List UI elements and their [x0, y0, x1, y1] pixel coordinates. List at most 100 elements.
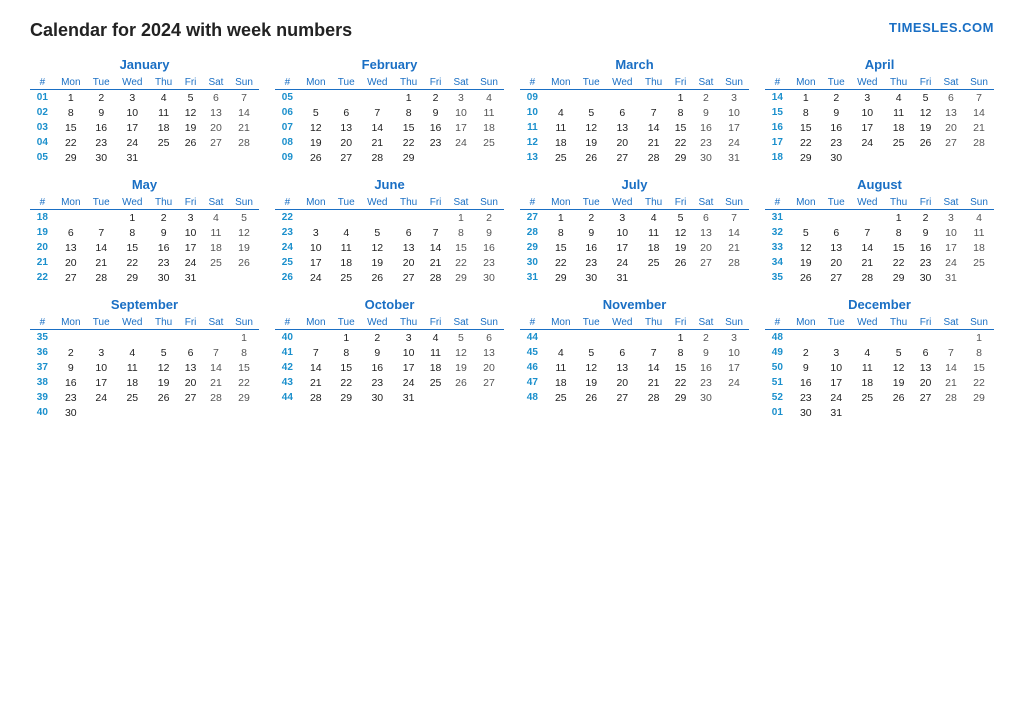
day-cell[interactable]: 1 [116, 210, 149, 226]
day-cell[interactable]: 29 [55, 150, 87, 165]
day-cell[interactable]: 27 [938, 135, 964, 150]
day-cell[interactable]: 13 [606, 120, 639, 135]
day-cell[interactable]: 19 [577, 135, 606, 150]
day-cell[interactable]: 6 [938, 90, 964, 106]
day-cell[interactable]: 3 [822, 345, 851, 360]
day-cell[interactable]: 29 [394, 150, 423, 165]
day-cell[interactable]: 28 [361, 150, 394, 165]
day-cell[interactable]: 23 [693, 375, 719, 390]
day-cell[interactable]: 27 [693, 255, 719, 270]
day-cell[interactable]: 28 [423, 270, 448, 285]
day-cell[interactable]: 16 [577, 240, 606, 255]
day-cell[interactable]: 31 [822, 405, 851, 420]
day-cell[interactable]: 21 [938, 375, 964, 390]
day-cell[interactable]: 23 [577, 255, 606, 270]
day-cell[interactable]: 7 [639, 345, 668, 360]
day-cell[interactable]: 9 [693, 345, 719, 360]
day-cell[interactable]: 21 [964, 120, 994, 135]
day-cell[interactable]: 22 [790, 135, 822, 150]
day-cell[interactable]: 3 [300, 225, 332, 240]
day-cell[interactable]: 28 [719, 255, 749, 270]
day-cell[interactable]: 22 [884, 255, 913, 270]
day-cell[interactable]: 5 [790, 225, 822, 240]
day-cell[interactable]: 15 [332, 360, 361, 375]
day-cell[interactable]: 1 [545, 210, 577, 226]
day-cell[interactable]: 18 [639, 240, 668, 255]
day-cell[interactable]: 23 [693, 135, 719, 150]
day-cell[interactable]: 8 [668, 105, 693, 120]
day-cell[interactable]: 9 [361, 345, 394, 360]
day-cell[interactable]: 15 [884, 240, 913, 255]
day-cell[interactable]: 6 [606, 105, 639, 120]
day-cell[interactable]: 6 [913, 345, 938, 360]
day-cell[interactable]: 28 [639, 150, 668, 165]
day-cell[interactable]: 14 [639, 360, 668, 375]
day-cell[interactable]: 9 [913, 225, 938, 240]
day-cell[interactable]: 29 [668, 390, 693, 405]
day-cell[interactable]: 8 [545, 225, 577, 240]
day-cell[interactable]: 19 [913, 120, 938, 135]
day-cell[interactable]: 28 [229, 135, 259, 150]
day-cell[interactable]: 16 [790, 375, 822, 390]
day-cell[interactable]: 1 [668, 90, 693, 106]
day-cell[interactable]: 25 [149, 135, 178, 150]
day-cell[interactable]: 7 [87, 225, 116, 240]
day-cell[interactable]: 13 [606, 360, 639, 375]
day-cell[interactable]: 13 [474, 345, 504, 360]
day-cell[interactable]: 29 [116, 270, 149, 285]
day-cell[interactable]: 3 [116, 90, 149, 106]
day-cell[interactable]: 20 [822, 255, 851, 270]
day-cell[interactable]: 1 [448, 210, 474, 226]
day-cell[interactable]: 17 [822, 375, 851, 390]
day-cell[interactable]: 31 [606, 270, 639, 285]
day-cell[interactable]: 24 [719, 135, 749, 150]
day-cell[interactable]: 30 [822, 150, 851, 165]
day-cell[interactable]: 16 [474, 240, 504, 255]
day-cell[interactable]: 11 [545, 360, 577, 375]
day-cell[interactable]: 31 [178, 270, 203, 285]
day-cell[interactable]: 21 [719, 240, 749, 255]
day-cell[interactable]: 6 [332, 105, 361, 120]
day-cell[interactable]: 14 [203, 360, 229, 375]
day-cell[interactable]: 8 [332, 345, 361, 360]
day-cell[interactable]: 21 [300, 375, 332, 390]
day-cell[interactable]: 9 [474, 225, 504, 240]
day-cell[interactable]: 9 [822, 105, 851, 120]
day-cell[interactable]: 14 [87, 240, 116, 255]
day-cell[interactable]: 14 [229, 105, 259, 120]
day-cell[interactable]: 4 [149, 90, 178, 106]
day-cell[interactable]: 31 [116, 150, 149, 165]
day-cell[interactable]: 9 [577, 225, 606, 240]
day-cell[interactable]: 2 [149, 210, 178, 226]
day-cell[interactable]: 24 [394, 375, 423, 390]
day-cell[interactable]: 8 [884, 225, 913, 240]
day-cell[interactable]: 13 [913, 360, 938, 375]
day-cell[interactable]: 23 [474, 255, 504, 270]
day-cell[interactable]: 18 [116, 375, 149, 390]
day-cell[interactable]: 12 [790, 240, 822, 255]
day-cell[interactable]: 11 [964, 225, 994, 240]
day-cell[interactable]: 6 [178, 345, 203, 360]
day-cell[interactable]: 9 [87, 105, 116, 120]
day-cell[interactable]: 5 [361, 225, 394, 240]
day-cell[interactable]: 7 [300, 345, 332, 360]
day-cell[interactable]: 24 [87, 390, 116, 405]
day-cell[interactable]: 19 [178, 120, 203, 135]
day-cell[interactable]: 16 [87, 120, 116, 135]
day-cell[interactable]: 5 [149, 345, 178, 360]
day-cell[interactable]: 19 [448, 360, 474, 375]
day-cell[interactable]: 30 [913, 270, 938, 285]
day-cell[interactable]: 8 [55, 105, 87, 120]
day-cell[interactable]: 8 [964, 345, 994, 360]
day-cell[interactable]: 7 [229, 90, 259, 106]
day-cell[interactable]: 28 [203, 390, 229, 405]
day-cell[interactable]: 24 [448, 135, 474, 150]
day-cell[interactable]: 25 [474, 135, 504, 150]
day-cell[interactable]: 22 [229, 375, 259, 390]
day-cell[interactable]: 4 [851, 345, 884, 360]
day-cell[interactable]: 1 [884, 210, 913, 226]
day-cell[interactable]: 18 [964, 240, 994, 255]
day-cell[interactable]: 10 [606, 225, 639, 240]
day-cell[interactable]: 14 [423, 240, 448, 255]
day-cell[interactable]: 4 [203, 210, 229, 226]
